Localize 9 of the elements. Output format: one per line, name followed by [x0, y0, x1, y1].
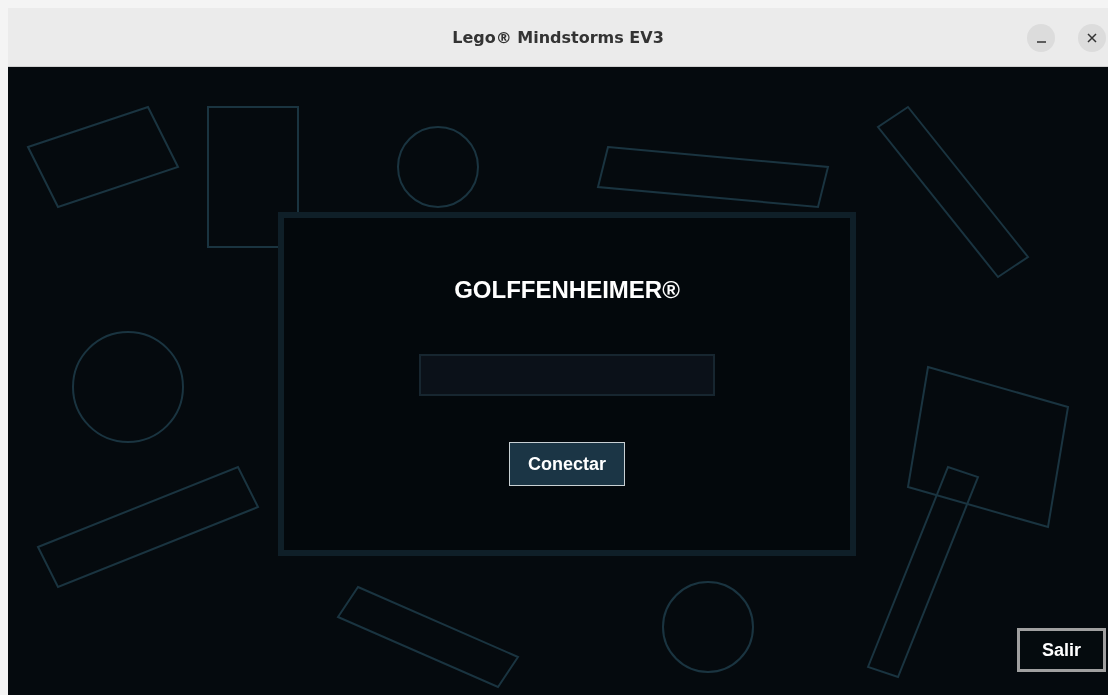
- app-title: GOLFFENHEIMER®: [454, 276, 680, 304]
- connect-button[interactable]: Conectar: [509, 442, 625, 486]
- minimize-icon: [1036, 41, 1046, 43]
- close-icon: [1087, 33, 1097, 43]
- close-button[interactable]: [1078, 24, 1106, 52]
- input-field[interactable]: [419, 354, 715, 396]
- minimize-button[interactable]: [1027, 24, 1055, 52]
- window-title: Lego® Mindstorms EV3: [452, 27, 664, 47]
- exit-button[interactable]: Salir: [1017, 628, 1106, 672]
